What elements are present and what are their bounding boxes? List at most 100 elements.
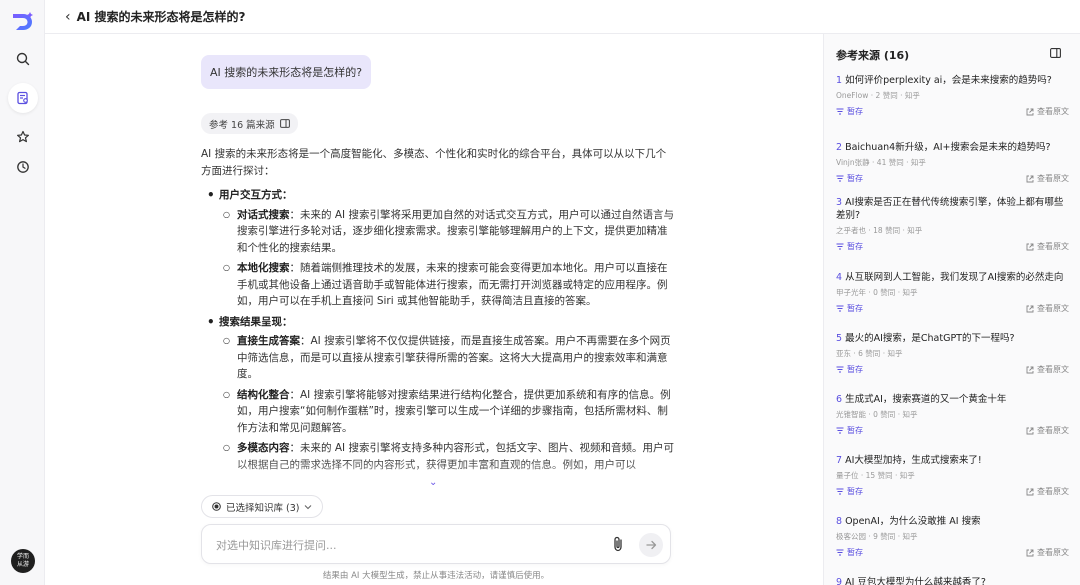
view-original-button[interactable]: 查看原文 (1026, 486, 1069, 497)
source-meta: 量子位 · 15 赞同 · 知乎 (836, 471, 915, 480)
source-title[interactable]: 2 Baichuan4新升级，AI+搜索会是未来的趋势吗? (836, 141, 1069, 154)
save-button[interactable]: 暂存 (836, 547, 863, 558)
external-link-icon (1026, 488, 1034, 495)
external-link-icon (1026, 175, 1034, 182)
answer-fade (201, 458, 675, 498)
source-number: 6 (836, 394, 843, 405)
view-original-label: 查看原文 (1037, 107, 1069, 116)
save-label: 暂存 (847, 548, 863, 557)
save-button[interactable]: 暂存 (836, 486, 863, 497)
external-link-icon (1026, 366, 1034, 373)
app-logo-icon[interactable] (11, 11, 35, 33)
knowledge-base-label: 已选择知识库 (3) (226, 502, 300, 514)
save-button[interactable]: 暂存 (836, 241, 863, 252)
references-button[interactable]: 参考 16 篇来源 (201, 113, 298, 134)
send-button[interactable] (639, 533, 663, 557)
back-chevron-icon[interactable]: ‹ (65, 9, 71, 25)
source-actions: 暂存 查看原文 (836, 425, 1069, 437)
save-button[interactable]: 暂存 (836, 364, 863, 375)
source-title[interactable]: 6 生成式AI，搜索赛道的又一个黄金十年 (836, 393, 1069, 406)
source-meta: OneFlow · 2 赞同 · 知乎 (836, 91, 920, 100)
source-card[interactable]: 2 Baichuan4新升级，AI+搜索会是未来的趋势吗? Vinjn张静 · 4… (824, 141, 1080, 185)
source-title-text: Baichuan4新升级，AI+搜索会是未来的趋势吗? (845, 142, 1051, 153)
save-button[interactable]: 暂存 (836, 106, 863, 117)
source-title-text: AI 豆包大模型为什么越来越香了? (845, 577, 986, 585)
source-number: 9 (836, 577, 843, 585)
panel-toggle-icon[interactable] (1050, 48, 1061, 58)
source-card[interactable]: 6 生成式AI，搜索赛道的又一个黄金十年光锥智能 · 0 赞同 · 知乎暂存 查看… (824, 393, 1080, 437)
source-meta: Vinjn张静 · 41 赞同 · 知乎 (836, 158, 926, 167)
source-card[interactable]: 1 如何评价perplexity ai，会是未来搜索的趋势吗? OneFlow ·… (824, 74, 1080, 118)
knowledge-base-selector[interactable]: 已选择知识库 (3) (201, 495, 324, 518)
source-actions: 暂存 查看原文 (836, 173, 1069, 185)
view-original-button[interactable]: 查看原文 (1026, 364, 1069, 375)
view-original-label: 查看原文 (1037, 426, 1069, 435)
rail-knowledge-button[interactable] (8, 83, 38, 113)
source-title[interactable]: 4 从互联网到人工智能，我们发现了AI搜索的必然走向 (836, 271, 1069, 284)
user-message: AI 搜索的未来形态将是怎样的? (201, 55, 372, 89)
save-label: 暂存 (847, 487, 863, 496)
view-original-button[interactable]: 查看原文 (1026, 425, 1069, 436)
source-card[interactable]: 3 AI搜索是否正在替代传统搜索引擎，体验上都有哪些差别? 之乎者也 · 18 赞… (824, 196, 1080, 253)
source-actions: 暂存 查看原文 (836, 486, 1069, 498)
source-meta: 亚东 · 6 赞同 · 知乎 (836, 349, 903, 358)
external-link-icon (1026, 549, 1034, 556)
rail-history-button[interactable] (8, 152, 38, 182)
source-title[interactable]: 3 AI搜索是否正在替代传统搜索引擎，体验上都有哪些差别? (836, 196, 1069, 222)
view-original-button[interactable]: 查看原文 (1026, 106, 1069, 117)
source-title-text: AI大模型加持，生成式搜索来了! (845, 455, 982, 466)
source-actions: 暂存 查看原文 (836, 241, 1069, 253)
source-meta: 极客公园 · 9 赞同 · 知乎 (836, 532, 918, 541)
save-button[interactable]: 暂存 (836, 173, 863, 184)
filter-icon (836, 108, 844, 115)
source-card[interactable]: 7 AI大模型加持，生成式搜索来了! 量子位 · 15 赞同 · 知乎暂存 查看原文 (824, 454, 1080, 498)
rail-favorites-button[interactable] (8, 122, 38, 152)
item-text: ：随着端侧推理技术的发展，未来的搜索可能会变得更加本地化。用户可以直接在手机或其… (237, 262, 668, 307)
view-original-label: 查看原文 (1037, 304, 1069, 313)
source-card[interactable]: 8 OpenAI，为什么没敢推 AI 搜索极客公园 · 9 赞同 · 知乎暂存 查… (824, 515, 1080, 559)
source-title[interactable]: 9 AI 豆包大模型为什么越来越香了? (836, 576, 1069, 585)
attachment-icon[interactable] (612, 536, 624, 552)
top-bar: ‹ AI 搜索的未来形态将是怎样的? (45, 0, 1080, 34)
save-button[interactable]: 暂存 (836, 425, 863, 436)
rail-search-button[interactable] (8, 44, 38, 74)
source-meta: 光锥智能 · 0 赞同 · 知乎 (836, 410, 918, 419)
input-placeholder: 对选中知识库进行提问... (216, 539, 337, 552)
page-title: AI 搜索的未来形态将是怎样的? (76, 10, 246, 24)
view-original-button[interactable]: 查看原文 (1026, 241, 1069, 252)
filter-icon (836, 488, 844, 495)
section-heading: 搜索结果呈现： (201, 314, 675, 331)
sources-title: 参考来源 (16) (836, 49, 910, 62)
view-original-label: 查看原文 (1037, 242, 1069, 251)
source-title[interactable]: 8 OpenAI，为什么没敢推 AI 搜索 (836, 515, 1069, 528)
external-link-icon (1026, 427, 1034, 434)
source-title[interactable]: 7 AI大模型加持，生成式搜索来了! (836, 454, 1069, 467)
avatar[interactable]: 学而 从游 (11, 549, 35, 573)
view-original-label: 查看原文 (1037, 487, 1069, 496)
save-button[interactable]: 暂存 (836, 303, 863, 314)
question-input[interactable]: 对选中知识库进行提问... (201, 524, 671, 564)
source-title[interactable]: 5 最火的AI搜索，是ChatGPT的下一程吗? (836, 332, 1069, 345)
avatar-text-top: 学而 (16, 553, 29, 560)
view-original-button[interactable]: 查看原文 (1026, 173, 1069, 184)
source-card[interactable]: 5 最火的AI搜索，是ChatGPT的下一程吗? 亚东 · 6 赞同 · 知乎暂存… (824, 332, 1080, 376)
scroll-down-icon[interactable]: ⌄ (429, 477, 437, 488)
save-label: 暂存 (847, 426, 863, 435)
search-icon (16, 52, 30, 66)
source-card[interactable]: 4 从互联网到人工智能，我们发现了AI搜索的必然走向 甲子光年 · 0 赞同 · … (824, 271, 1080, 315)
list-item: 本地化搜索：随着端侧推理技术的发展，未来的搜索可能会变得更加本地化。用户可以直接… (201, 260, 675, 310)
source-title-text: AI搜索是否正在替代传统搜索引擎，体验上都有哪些差别? (836, 197, 1064, 221)
save-label: 暂存 (847, 304, 863, 313)
item-term: 结构化整合 (237, 388, 290, 401)
view-original-label: 查看原文 (1037, 174, 1069, 183)
view-original-button[interactable]: 查看原文 (1026, 547, 1069, 558)
source-actions: 暂存 查看原文 (836, 303, 1069, 315)
assistant-answer: AI 搜索的未来形态将是一个高度智能化、多模态、个性化和实时化的综合平台，具体可… (201, 146, 675, 494)
filter-icon (836, 305, 844, 312)
source-title[interactable]: 1 如何评价perplexity ai，会是未来搜索的趋势吗? (836, 74, 1069, 87)
save-label: 暂存 (847, 365, 863, 374)
star-icon (17, 130, 29, 143)
view-original-button[interactable]: 查看原文 (1026, 303, 1069, 314)
source-card[interactable]: 9 AI 豆包大模型为什么越来越香了? (824, 576, 1080, 585)
source-number: 7 (836, 455, 843, 466)
